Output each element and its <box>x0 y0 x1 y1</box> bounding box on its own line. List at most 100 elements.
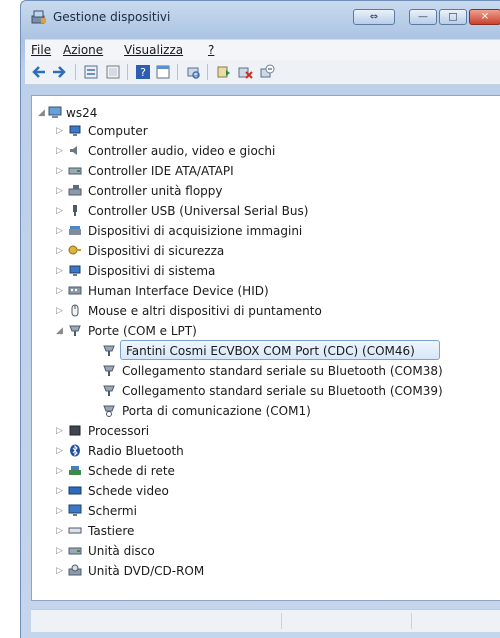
title-bar[interactable]: Gestione dispositivi ⇔ — □ ✕ <box>21 1 500 31</box>
dvd-drive-icon <box>68 564 82 576</box>
status-divider <box>411 613 412 629</box>
view-icon[interactable] <box>105 64 121 80</box>
computer-icon <box>69 125 81 136</box>
collapsed-arrow-icon[interactable]: ▷ <box>56 202 64 220</box>
collapsed-arrow-icon[interactable]: ▷ <box>56 422 64 440</box>
status-divider <box>281 613 282 629</box>
keyboard-icon <box>68 527 82 534</box>
menu-visualizza[interactable]: Visualizza <box>124 43 183 57</box>
key-icon <box>68 245 81 255</box>
device-manager-window: Gestione dispositivi ⇔ — □ ✕ File Azione… <box>20 0 500 638</box>
help-icon[interactable]: ? <box>135 64 151 80</box>
tree-item-keyboards[interactable]: ▷ Tastiere <box>56 522 356 540</box>
port-icon <box>69 325 81 336</box>
collapsed-arrow-icon[interactable]: ▷ <box>56 262 64 280</box>
toolbar-separator <box>207 64 208 80</box>
collapsed-arrow-icon[interactable]: ▷ <box>56 562 64 580</box>
toolbar-separator <box>177 64 178 80</box>
tree-item-monitors[interactable]: ▷ Schermi <box>56 502 356 520</box>
collapsed-arrow-icon[interactable]: ▷ <box>56 482 64 500</box>
tree-item-system-devices[interactable]: ▷ Dispositivi di sistema <box>56 262 356 280</box>
hid-icon <box>68 286 82 295</box>
video-card-icon <box>68 486 82 495</box>
collapsed-arrow-icon[interactable]: ▷ <box>56 442 64 460</box>
expanded-arrow-icon[interactable]: ◢ <box>38 104 46 122</box>
collapsed-arrow-icon[interactable]: ▷ <box>56 162 64 180</box>
network-icon <box>69 466 81 475</box>
tree-item-computer[interactable]: ▷ Computer <box>56 122 356 140</box>
port-icon <box>103 345 115 356</box>
mouse-icon <box>71 304 79 317</box>
menu-help[interactable]: ? <box>208 43 214 57</box>
drive-controller-icon <box>68 167 82 175</box>
tree-item-com1[interactable]: Porta di comunicazione (COM1) <box>102 402 402 420</box>
menu-file[interactable]: File <box>31 43 51 57</box>
update-driver-icon[interactable] <box>215 64 231 80</box>
maximize-button[interactable]: □ <box>439 9 467 25</box>
svg-text:?: ? <box>140 66 146 79</box>
minimize-button[interactable]: — <box>409 9 437 25</box>
tree-item-dvd-drives[interactable]: ▷ Unità DVD/CD-ROM <box>56 562 356 580</box>
tree-item-disk-drives[interactable]: ▷ Unità disco <box>56 542 356 560</box>
expanded-arrow-icon[interactable]: ◢ <box>56 322 64 340</box>
tree-item-ide-controller[interactable]: ▷ Controller IDE ATA/ATAPI <box>56 162 356 180</box>
scanner-icon <box>69 226 81 235</box>
scan-icon[interactable] <box>185 64 201 80</box>
uninstall-icon[interactable] <box>237 64 253 80</box>
restore-icon[interactable]: ⇔ <box>353 9 395 25</box>
monitor-icon <box>68 504 82 516</box>
back-icon[interactable] <box>31 64 47 80</box>
collapsed-arrow-icon[interactable]: ▷ <box>56 522 64 540</box>
collapsed-arrow-icon[interactable]: ▷ <box>56 222 64 240</box>
tree-item-com46-selected[interactable]: Fantini Cosmi ECVBOX COM Port (CDC) (COM… <box>102 342 482 360</box>
tree-item-bluetooth[interactable]: ▷ Radio Bluetooth <box>56 442 356 460</box>
tree-item-com38[interactable]: Collegamento standard seriale su Bluetoo… <box>102 362 482 380</box>
collapsed-arrow-icon[interactable]: ▷ <box>56 142 64 160</box>
toolbar-separator <box>127 64 128 80</box>
usb-icon <box>73 205 77 216</box>
tree-item-network[interactable]: ▷ Schede di rete <box>56 462 356 480</box>
tree-item-imaging-devices[interactable]: ▷ Dispositivi di acquisizione immagini <box>56 222 376 240</box>
collapsed-arrow-icon[interactable]: ▷ <box>56 462 64 480</box>
tree-item-mouse[interactable]: ▷ Mouse e altri dispositivi di puntament… <box>56 302 396 320</box>
bluetooth-icon <box>70 444 80 457</box>
collapsed-arrow-icon[interactable]: ▷ <box>56 182 64 200</box>
menu-bar: File Azione Visualizza ? <box>25 39 500 61</box>
device-manager-icon <box>31 10 46 24</box>
tree-item-usb-controller[interactable]: ▷ Controller USB (Universal Serial Bus) <box>56 202 376 220</box>
tree-item-com39[interactable]: Collegamento standard seriale su Bluetoo… <box>102 382 482 400</box>
tree-root-ws24[interactable]: ◢ ws24 <box>38 104 238 122</box>
port-icon <box>103 385 115 396</box>
tree-item-audio-video[interactable]: ▷ Controller audio, video e giochi <box>56 142 356 160</box>
speaker-icon <box>70 146 77 155</box>
forward-icon[interactable] <box>51 64 67 80</box>
collapsed-arrow-icon[interactable]: ▷ <box>56 302 64 320</box>
tree-item-video[interactable]: ▷ Schede video <box>56 482 356 500</box>
tree-item-ports[interactable]: ◢ Porte (COM e LPT) <box>56 322 356 340</box>
close-button[interactable]: ✕ <box>469 9 500 25</box>
floppy-controller-icon <box>68 185 82 196</box>
disable-icon[interactable] <box>259 64 275 80</box>
collapsed-arrow-icon[interactable]: ▷ <box>56 502 64 520</box>
collapsed-arrow-icon[interactable]: ▷ <box>56 122 64 140</box>
window-title: Gestione dispositivi <box>53 10 171 24</box>
status-bar <box>31 609 500 632</box>
properties-icon[interactable] <box>83 64 99 80</box>
port-icon <box>103 365 115 376</box>
port-warning-icon <box>103 405 115 417</box>
device-tree[interactable]: ◢ ws24 ▷ Computer ▷ Controller audio, vi… <box>31 95 500 601</box>
processor-icon <box>69 425 81 436</box>
collapsed-arrow-icon[interactable]: ▷ <box>56 542 64 560</box>
computer-icon <box>48 106 62 118</box>
system-icon <box>69 265 81 276</box>
menu-azione[interactable]: Azione <box>63 43 103 57</box>
collapsed-arrow-icon[interactable]: ▷ <box>56 282 64 300</box>
tree-item-floppy-controller[interactable]: ▷ Controller unità floppy <box>56 182 356 200</box>
panel-icon[interactable] <box>155 64 171 80</box>
disk-drive-icon <box>68 547 82 555</box>
collapsed-arrow-icon[interactable]: ▷ <box>56 242 64 260</box>
tree-item-processors[interactable]: ▷ Processori <box>56 422 356 440</box>
tree-item-security-devices[interactable]: ▷ Dispositivi di sicurezza <box>56 242 356 260</box>
toolbar-separator <box>75 64 76 80</box>
tree-item-hid[interactable]: ▷ Human Interface Device (HID) <box>56 282 356 300</box>
